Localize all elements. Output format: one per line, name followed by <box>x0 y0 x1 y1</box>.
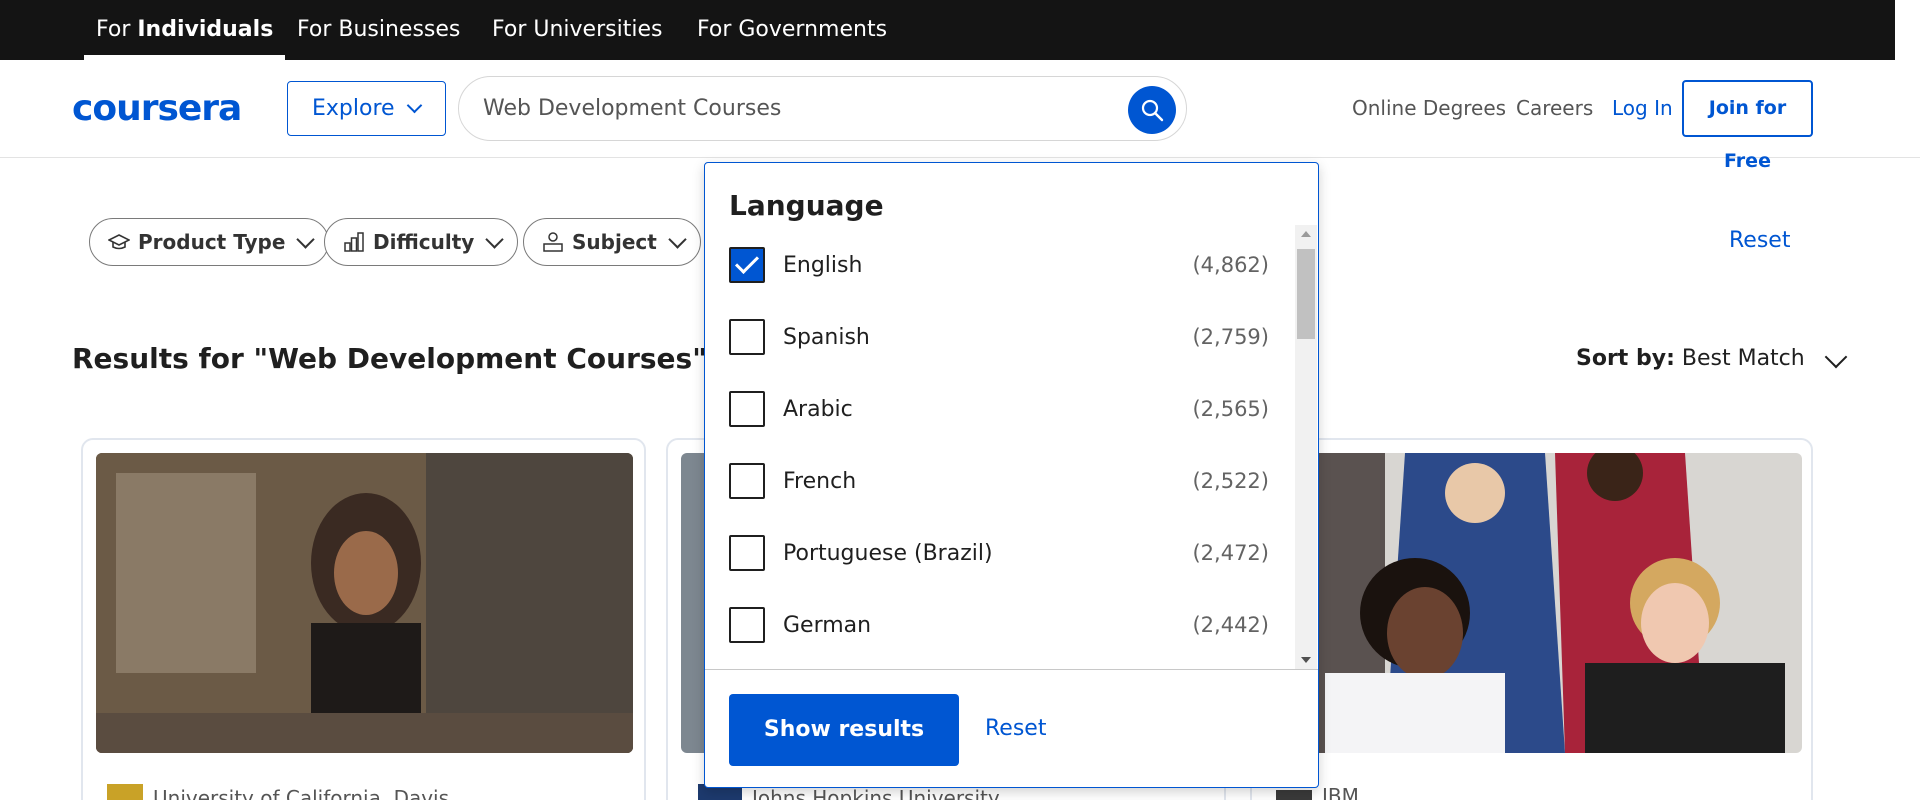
language-filter-dropdown: Language English (4,862) Spanish (2,759)… <box>704 162 1319 788</box>
filter-subject-label: Subject <box>572 230 657 254</box>
scrollbar-thumb[interactable] <box>1297 249 1315 339</box>
course-card[interactable]: IBM <box>1250 438 1813 800</box>
option-count: (2,565) <box>1192 397 1269 421</box>
search-icon <box>1141 99 1164 122</box>
tab-for-governments[interactable]: For Governments <box>697 0 887 60</box>
explore-button[interactable]: Explore <box>287 81 446 136</box>
language-option-english[interactable]: English (4,862) <box>729 245 1269 285</box>
language-dropdown-title: Language <box>729 189 884 222</box>
filter-subject[interactable]: Subject <box>523 218 701 266</box>
course-image-art <box>96 453 633 753</box>
checkbox[interactable] <box>729 535 765 571</box>
checkbox[interactable] <box>729 607 765 643</box>
show-results-button[interactable]: Show results <box>729 694 959 766</box>
language-option-portuguese-brazil[interactable]: Portuguese (Brazil) (2,472) <box>729 533 1269 573</box>
tab-for-individuals[interactable]: For Individuals <box>83 0 286 60</box>
chevron-down-icon <box>1824 345 1848 369</box>
scroll-up-arrow-icon[interactable] <box>1301 231 1311 237</box>
option-label: Arabic <box>783 396 853 422</box>
reset-filters-link[interactable]: Reset <box>1729 228 1790 253</box>
sort-by-label: Sort by: <box>1576 346 1675 371</box>
option-label: French <box>783 468 857 494</box>
audience-bar: For Individuals For Businesses For Unive… <box>0 0 1895 60</box>
search-box[interactable]: Web Development Courses <box>458 76 1187 141</box>
graduation-cap-icon <box>108 234 130 250</box>
bar-chart-icon <box>344 232 364 252</box>
checkbox-checked[interactable] <box>729 247 765 283</box>
scroll-down-arrow-icon[interactable] <box>1301 657 1311 663</box>
option-label: English <box>783 252 863 278</box>
checkbox[interactable] <box>729 391 765 427</box>
language-option-french[interactable]: French (2,522) <box>729 461 1269 501</box>
option-label: German <box>783 612 872 638</box>
search-input[interactable]: Web Development Courses <box>483 77 781 140</box>
course-image <box>1265 453 1802 753</box>
coursera-logo[interactable]: coursera <box>72 88 242 129</box>
checkbox[interactable] <box>729 319 765 355</box>
language-option-arabic[interactable]: Arabic (2,565) <box>729 389 1269 429</box>
chevron-down-icon <box>296 229 316 249</box>
option-count: (2,759) <box>1192 325 1269 349</box>
careers-link[interactable]: Careers <box>1516 96 1593 120</box>
option-label: Spanish <box>783 324 870 350</box>
chevron-down-icon <box>485 229 505 249</box>
course-card[interactable]: University of California, Davis <box>81 438 646 800</box>
join-for-free-button[interactable]: Join for Free <box>1682 80 1813 172</box>
option-count: (2,472) <box>1192 541 1269 565</box>
search-button[interactable] <box>1128 86 1176 134</box>
card-partner-name: Johns Hopkins University <box>752 786 1000 800</box>
language-option-spanish[interactable]: Spanish (2,759) <box>729 317 1269 357</box>
option-count: (2,522) <box>1192 469 1269 493</box>
dropdown-reset-link[interactable]: Reset <box>985 716 1046 741</box>
filter-product-type[interactable]: Product Type <box>89 218 330 266</box>
language-option-list[interactable]: English (4,862) Spanish (2,759) Arabic (… <box>705 225 1318 669</box>
card-partner-name: University of California, Davis <box>153 786 450 800</box>
filter-difficulty[interactable]: Difficulty <box>324 218 519 266</box>
course-image-art <box>1265 453 1802 753</box>
card-partner: University of California, Davis <box>107 784 449 800</box>
ibm-logo <box>1276 790 1312 800</box>
login-link[interactable]: Log In <box>1612 96 1673 120</box>
sort-by-value: Best Match <box>1681 346 1805 371</box>
card-partner-name: IBM <box>1322 784 1359 800</box>
online-degrees-link[interactable]: Online Degrees <box>1352 96 1506 120</box>
uc-davis-logo <box>107 784 143 800</box>
dropdown-footer: Show results Reset <box>705 669 1318 787</box>
tab-for-universities[interactable]: For Universities <box>492 0 662 60</box>
filter-difficulty-label: Difficulty <box>373 230 475 254</box>
option-count: (2,442) <box>1192 613 1269 637</box>
filter-product-type-label: Product Type <box>138 230 286 254</box>
subject-icon <box>543 232 563 252</box>
sort-by-dropdown[interactable]: Sort by: Best Match <box>1576 345 1848 371</box>
dropdown-scrollbar[interactable] <box>1295 225 1317 669</box>
tab-for-businesses[interactable]: For Businesses <box>297 0 460 60</box>
course-image <box>96 453 633 753</box>
chevron-down-icon <box>406 97 422 114</box>
checkbox[interactable] <box>729 463 765 499</box>
explore-label: Explore <box>312 96 395 121</box>
chevron-down-icon <box>668 229 687 249</box>
results-title: Results for "Web Development Courses" <box>72 342 707 375</box>
language-option-german[interactable]: German (2,442) <box>729 605 1269 645</box>
option-count: (4,862) <box>1192 253 1269 277</box>
site-header: coursera Explore Web Development Courses… <box>0 60 1920 172</box>
option-label: Portuguese (Brazil) <box>783 540 993 566</box>
